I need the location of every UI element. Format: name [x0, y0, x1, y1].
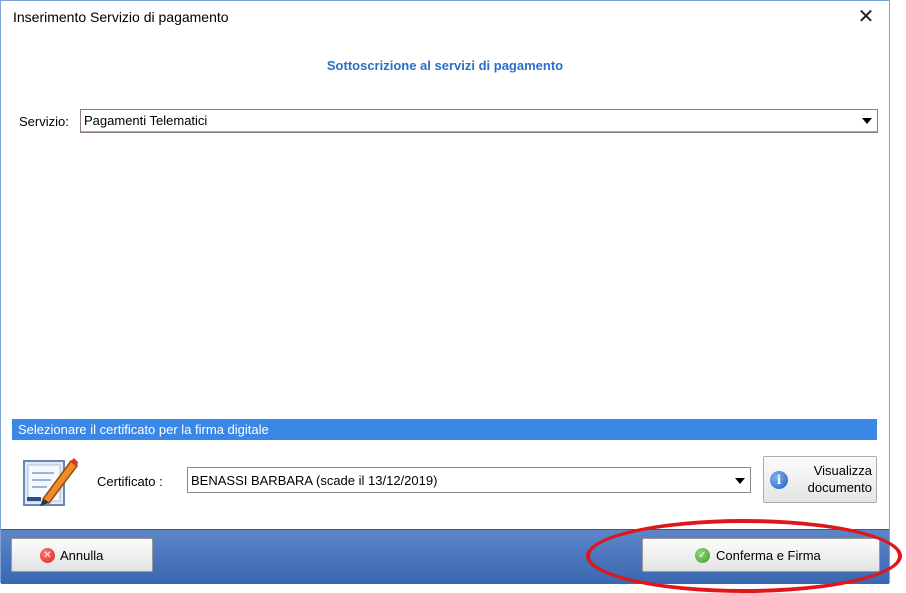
title-bar: Inserimento Servizio di pagamento ✕: [1, 1, 889, 33]
visualizza-label-line2: documento: [807, 480, 872, 495]
visualizza-label-line1: Visualizza: [813, 463, 872, 478]
certificate-signing-icon: [23, 458, 79, 506]
annulla-label: Annulla: [60, 548, 104, 563]
page-title: Sottoscrizione al servizi di pagamento: [326, 58, 564, 73]
close-icon[interactable]: ✕: [851, 3, 881, 31]
info-icon: i: [770, 471, 788, 489]
servizio-selected-value: Pagamenti Telematici: [84, 113, 208, 128]
footer-bar: ✕ Annulla ✓ Conferma e Firma: [1, 529, 889, 584]
annulla-button[interactable]: ✕ Annulla: [11, 538, 153, 572]
conferma-label: Conferma e Firma: [716, 548, 821, 563]
certificato-label: Certificato :: [97, 474, 163, 489]
servizio-select[interactable]: Pagamenti Telematici: [80, 109, 878, 133]
dropdown-arrow-icon: [862, 118, 872, 124]
certificato-selected-value: BENASSI BARBARA (scade il 13/12/2019): [191, 473, 438, 488]
certificato-select[interactable]: BENASSI BARBARA (scade il 13/12/2019): [187, 467, 751, 493]
servizio-label: Servizio:: [19, 114, 69, 129]
cancel-icon: ✕: [40, 548, 55, 563]
window-title: Inserimento Servizio di pagamento: [13, 9, 229, 25]
visualizza-documento-button[interactable]: i Visualizza documento: [763, 456, 877, 503]
dropdown-arrow-icon: [735, 478, 745, 484]
dialog-window: Inserimento Servizio di pagamento ✕ Sott…: [0, 0, 890, 584]
firma-section-header: Selezionare il certificato per la firma …: [12, 419, 877, 440]
check-icon: ✓: [695, 548, 710, 563]
visualizza-label: Visualizza documento: [794, 462, 872, 496]
conferma-e-firma-button[interactable]: ✓ Conferma e Firma: [642, 538, 880, 572]
